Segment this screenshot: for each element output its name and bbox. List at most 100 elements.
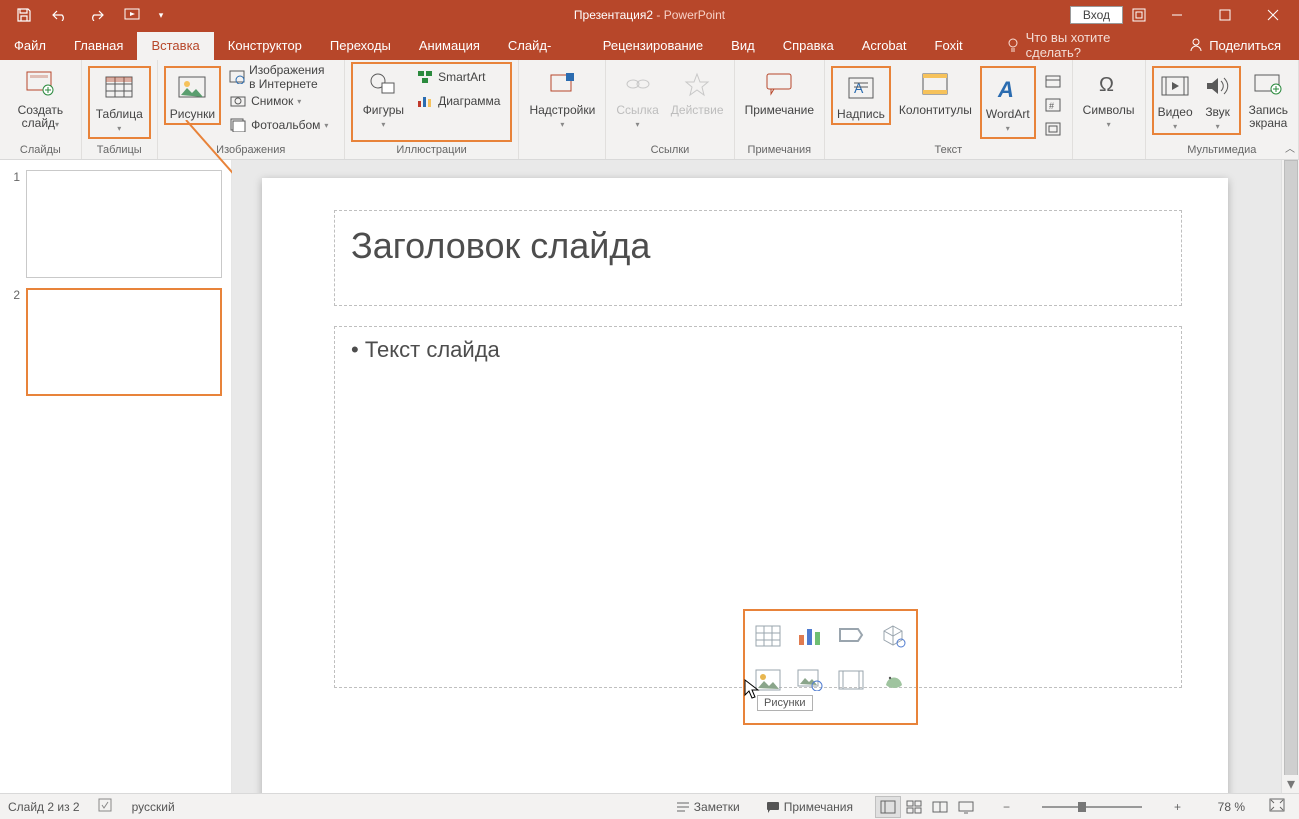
- pictures-button[interactable]: Рисунки: [164, 66, 221, 125]
- slide-thumbnails-panel[interactable]: 1 2: [0, 160, 232, 793]
- textbox-button[interactable]: A Надпись: [831, 66, 891, 125]
- addins-button[interactable]: Надстройки▾: [525, 66, 599, 131]
- action-button: Действие: [667, 66, 728, 117]
- wordart-button[interactable]: A WordArt▾: [980, 66, 1036, 139]
- start-slideshow-icon[interactable]: [118, 1, 146, 29]
- screenshot-label: Снимок: [251, 94, 293, 108]
- tab-animations[interactable]: Анимация: [405, 32, 494, 60]
- spellcheck-icon[interactable]: [98, 798, 114, 815]
- insert-online-picture-icon[interactable]: [792, 661, 828, 699]
- notes-icon: [676, 801, 690, 813]
- minimize-button[interactable]: [1155, 0, 1199, 30]
- vertical-scrollbar[interactable]: ▴ ▾: [1281, 160, 1299, 793]
- slide-thumbnail-2[interactable]: [26, 288, 222, 396]
- zoom-slider-thumb[interactable]: [1078, 802, 1086, 812]
- object-button[interactable]: [1040, 118, 1066, 140]
- slide-number-icon: #: [1044, 96, 1062, 114]
- addins-label: Надстройки: [529, 103, 595, 117]
- shapes-button[interactable]: Фигуры▾: [359, 66, 408, 131]
- table-button[interactable]: Таблица▾: [88, 66, 151, 139]
- maximize-button[interactable]: [1203, 0, 1247, 30]
- ribbon-options-icon[interactable]: [1127, 3, 1151, 27]
- sorter-view-button[interactable]: [901, 796, 927, 818]
- smartart-button[interactable]: SmartArt: [412, 66, 504, 88]
- tab-review[interactable]: Рецензирование: [589, 32, 717, 60]
- scroll-thumb[interactable]: [1284, 160, 1298, 793]
- link-icon: [621, 66, 655, 102]
- notes-button[interactable]: Заметки: [672, 800, 744, 814]
- scroll-down-icon[interactable]: ▾: [1282, 775, 1299, 793]
- screen-recording-button[interactable]: Запись экрана: [1245, 66, 1292, 130]
- tab-home[interactable]: Главная: [60, 32, 137, 60]
- zoom-out-button[interactable]: −: [997, 800, 1016, 814]
- tab-help[interactable]: Справка: [769, 32, 848, 60]
- tell-me-search[interactable]: Что вы хотите сделать?: [1006, 30, 1167, 60]
- pictures-tooltip: Рисунки: [757, 695, 813, 711]
- online-pictures-button[interactable]: Изображения в Интернете: [225, 66, 338, 88]
- share-button[interactable]: Поделиться: [1189, 38, 1281, 53]
- quick-access-toolbar: ▾: [0, 1, 168, 29]
- slide-editor[interactable]: Заголовок слайда Текст слайда Рисунки: [232, 160, 1299, 793]
- tab-file[interactable]: Файл: [0, 32, 60, 60]
- insert-smartart-icon[interactable]: [834, 617, 870, 655]
- insert-picture-icon[interactable]: [750, 661, 786, 699]
- new-slide-button[interactable]: Создать слайд▾: [6, 66, 75, 131]
- chart-label: Диаграмма: [438, 94, 500, 108]
- group-illustrations: Фигуры▾ SmartArt Диаграмма Иллюстрации: [345, 60, 520, 159]
- signin-button[interactable]: Вход: [1070, 6, 1123, 24]
- save-icon[interactable]: [10, 1, 38, 29]
- redo-icon[interactable]: [82, 1, 110, 29]
- insert-3dmodel-icon[interactable]: [875, 617, 911, 655]
- slide-counter[interactable]: Слайд 2 из 2: [8, 800, 80, 814]
- insert-icon-icon[interactable]: [875, 661, 911, 699]
- photo-album-button[interactable]: Фотоальбом ▾: [225, 114, 338, 136]
- qat-more-icon[interactable]: ▾: [154, 1, 168, 29]
- fit-to-window-button[interactable]: [1263, 798, 1291, 815]
- comment-button[interactable]: Примечание: [741, 66, 818, 117]
- comment-icon: [762, 66, 796, 102]
- comments-pane-button[interactable]: Примечания: [762, 800, 857, 814]
- pictures-icon: [175, 70, 209, 106]
- tab-design[interactable]: Конструктор: [214, 32, 316, 60]
- tab-slideshow[interactable]: Слайд-шоу: [494, 32, 589, 60]
- undo-icon[interactable]: [46, 1, 74, 29]
- symbols-label: Символы: [1083, 103, 1135, 117]
- tab-foxit[interactable]: Foxit PDF: [921, 32, 1006, 60]
- screenshot-button[interactable]: Снимок ▾: [225, 90, 338, 112]
- group-addins: Надстройки▾: [519, 60, 606, 159]
- tab-view[interactable]: Вид: [717, 32, 769, 60]
- tab-acrobat[interactable]: Acrobat: [848, 32, 921, 60]
- tab-transitions[interactable]: Переходы: [316, 32, 405, 60]
- symbols-button[interactable]: Ω Символы▾: [1079, 66, 1139, 131]
- normal-view-button[interactable]: [875, 796, 901, 818]
- zoom-level[interactable]: 78 %: [1205, 800, 1245, 814]
- slide-canvas[interactable]: Заголовок слайда Текст слайда Рисунки: [262, 178, 1228, 793]
- share-label: Поделиться: [1209, 38, 1281, 53]
- date-time-icon: [1044, 72, 1062, 90]
- tab-insert[interactable]: Вставка: [137, 32, 213, 60]
- date-time-button[interactable]: [1040, 70, 1066, 92]
- insert-table-icon[interactable]: [750, 617, 786, 655]
- language-label[interactable]: русский: [132, 800, 175, 814]
- action-icon: [680, 66, 714, 102]
- slideshow-view-button[interactable]: [953, 796, 979, 818]
- insert-video-icon[interactable]: [834, 661, 870, 699]
- table-icon: [102, 70, 136, 106]
- group-text: A Надпись Колонтитулы A WordArt▾ # Текст: [825, 60, 1073, 159]
- header-footer-button[interactable]: Колонтитулы: [895, 66, 976, 117]
- omega-icon: Ω: [1092, 66, 1126, 102]
- insert-chart-icon[interactable]: [792, 617, 828, 655]
- reading-view-button[interactable]: [927, 796, 953, 818]
- slide-thumbnail-1[interactable]: [26, 170, 222, 278]
- chart-button[interactable]: Диаграмма: [412, 90, 504, 112]
- collapse-ribbon-icon[interactable]: ︿: [1285, 140, 1295, 155]
- zoom-slider[interactable]: [1042, 806, 1142, 808]
- zoom-in-button[interactable]: +: [1168, 800, 1187, 814]
- slide-number-button[interactable]: #: [1040, 94, 1066, 116]
- content-placeholder[interactable]: Текст слайда Рисунки: [334, 326, 1182, 688]
- titlebar: ▾ Презентация2 - PowerPoint Вход: [0, 0, 1299, 30]
- close-button[interactable]: [1251, 0, 1295, 30]
- audio-button[interactable]: Звук▾: [1197, 68, 1239, 133]
- title-placeholder[interactable]: Заголовок слайда: [334, 210, 1182, 306]
- video-button[interactable]: Видео▾: [1154, 68, 1197, 133]
